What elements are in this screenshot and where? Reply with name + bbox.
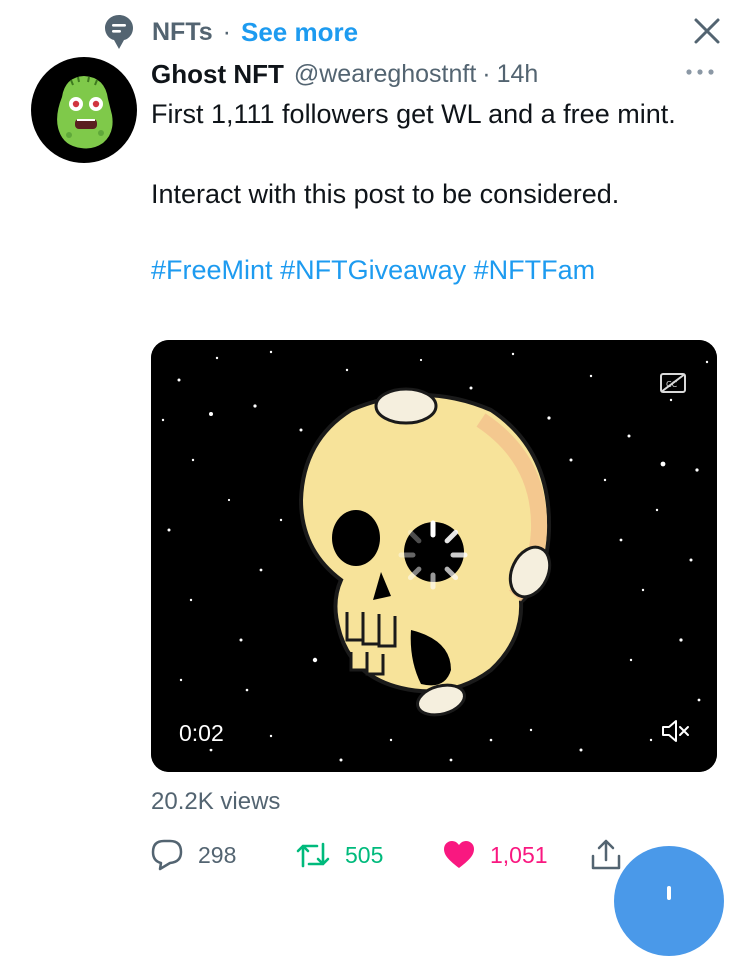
tweet-text-line-2: Interact with this post to be considered… [151, 179, 620, 209]
time-separator: · [482, 59, 491, 88]
reply-icon [151, 839, 183, 871]
hashtag-freemint[interactable]: #FreeMint [151, 255, 273, 285]
compose-button[interactable] [614, 846, 724, 956]
loading-spinner-icon [398, 520, 468, 590]
reply-button[interactable]: 298 [150, 835, 236, 875]
close-icon[interactable] [690, 14, 724, 48]
topic-header: NFTs · See more [104, 12, 358, 52]
hashtag-nftfam[interactable]: #NFTFam [474, 255, 596, 285]
reply-count: 298 [198, 841, 237, 868]
avatar[interactable] [31, 57, 137, 163]
tweet-action-bar: 298 505 1,051 [150, 835, 630, 875]
topic-icon [105, 15, 133, 49]
topic-separator: · [222, 17, 231, 46]
hashtag-nftgiveaway[interactable]: #NFTGiveaway [280, 255, 466, 285]
like-button[interactable]: 1,051 [442, 835, 548, 875]
see-more-link[interactable]: See more [241, 17, 358, 48]
tweet-text: First 1,111 followers get WL and a free … [151, 94, 711, 290]
heart-icon [444, 841, 474, 868]
post-time[interactable]: 14h [497, 60, 539, 89]
author-name[interactable]: Ghost NFT [151, 59, 284, 90]
retweet-icon [296, 842, 330, 868]
volume-muted-icon[interactable] [661, 718, 691, 744]
compose-plus-icon [667, 886, 671, 900]
retweet-button[interactable]: 505 [295, 835, 383, 875]
closed-captions-icon[interactable]: CC [659, 372, 687, 394]
like-count: 1,051 [490, 841, 548, 868]
view-count: 20.2K views [151, 788, 281, 815]
retweet-count: 505 [345, 841, 384, 868]
tweet-text-line-1: First 1,111 followers get WL and a free … [151, 99, 676, 129]
video-duration: 0:02 [169, 718, 234, 749]
ghost-avatar-image [57, 76, 113, 149]
video-player[interactable]: CC 0:02 [151, 340, 717, 772]
more-options-icon[interactable] [683, 62, 717, 82]
author-handle[interactable]: @weareghostnft [294, 60, 476, 89]
tweet-header: Ghost NFT @weareghostnft · 14h [151, 56, 538, 92]
topic-name[interactable]: NFTs [152, 18, 213, 47]
share-icon [591, 839, 621, 870]
hashtags: #FreeMint #NFTGiveaway #NFTFam [151, 250, 711, 290]
share-button[interactable] [590, 835, 622, 875]
